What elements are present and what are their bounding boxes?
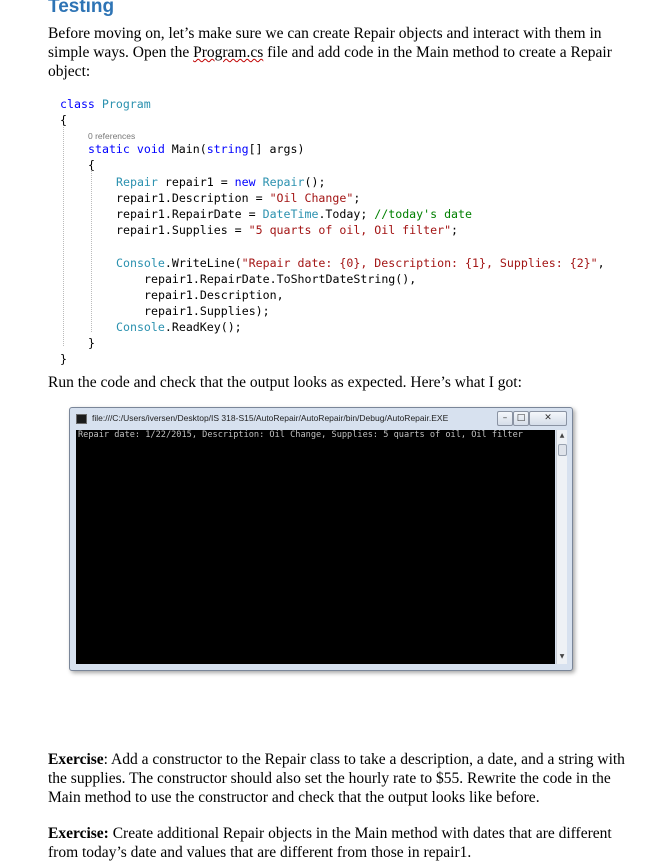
scroll-up-arrow-icon[interactable]: ▲ [557,431,567,441]
code-line-writeline: Console.WriteLine("Repair date: {0}, Des… [116,256,605,270]
code-line-arg-date: repair1.RepairDate.ToShortDateString(), [144,272,417,286]
exercise-2-paragraph: Exercise: Create additional Repair objec… [48,824,638,862]
code-line-readkey: Console.ReadKey(); [116,320,242,334]
console-output: Repair date: 1/22/2015, Description: Oil… [78,430,523,440]
code-line-new-repair: Repair repair1 = new Repair(); [116,175,326,189]
scroll-down-arrow-icon[interactable]: ▼ [557,652,567,662]
indent-guide [91,166,92,332]
code-line-brace: } [60,352,67,366]
close-button[interactable]: ✕ [529,411,567,426]
console-screen: Repair date: 1/22/2015, Description: Oil… [76,430,555,664]
code-line-repairdate: repair1.RepairDate = DateTime.Today; //t… [116,207,473,221]
code-line-arg-description: repair1.Description, [144,288,284,302]
indent-guide [63,118,64,346]
console-window[interactable]: file:///C:/Users/iversen/Desktop/IS 318-… [69,407,573,671]
exercise-2-text: Create additional Repair objects in the … [48,825,612,861]
console-title: file:///C:/Users/iversen/Desktop/IS 318-… [92,413,449,423]
code-block: class Program { 0 references static void… [60,88,650,370]
code-line-description: repair1.Description = "Oil Change"; [116,191,361,205]
exercise-2-label: Exercise: [48,825,109,842]
exercise-1-paragraph: Exercise: Add a constructor to the Repai… [48,751,625,806]
minimize-button[interactable]: – [497,411,513,426]
code-line-brace: { [88,158,95,172]
console-titlebar[interactable]: file:///C:/Users/iversen/Desktop/IS 318-… [70,408,572,430]
console-scrollbar[interactable]: ▲ ▼ [556,430,567,664]
exercise-1-text: Add a constructor to the Repair class to… [48,751,625,806]
section-heading: Testing [48,0,115,17]
filename-program-cs: Program.cs [193,44,264,61]
exercise-1-label: Exercise [48,751,104,768]
code-line-main: static void Main(string[] args) [88,142,305,156]
code-line-brace: { [60,113,67,127]
console-app-icon [76,414,87,424]
maximize-button[interactable]: □ [513,411,529,426]
code-line-arg-supplies: repair1.Supplies); [144,304,270,318]
code-line-supplies: repair1.Supplies = "5 quarts of oil, Oil… [116,223,459,237]
intro-paragraph: Before moving on, let’s make sure we can… [48,24,638,81]
code-line-class: class Program [60,97,151,111]
scrollbar-thumb[interactable] [558,444,567,456]
run-paragraph: Run the code and check that the output l… [48,374,522,391]
code-line-brace: } [88,336,95,350]
